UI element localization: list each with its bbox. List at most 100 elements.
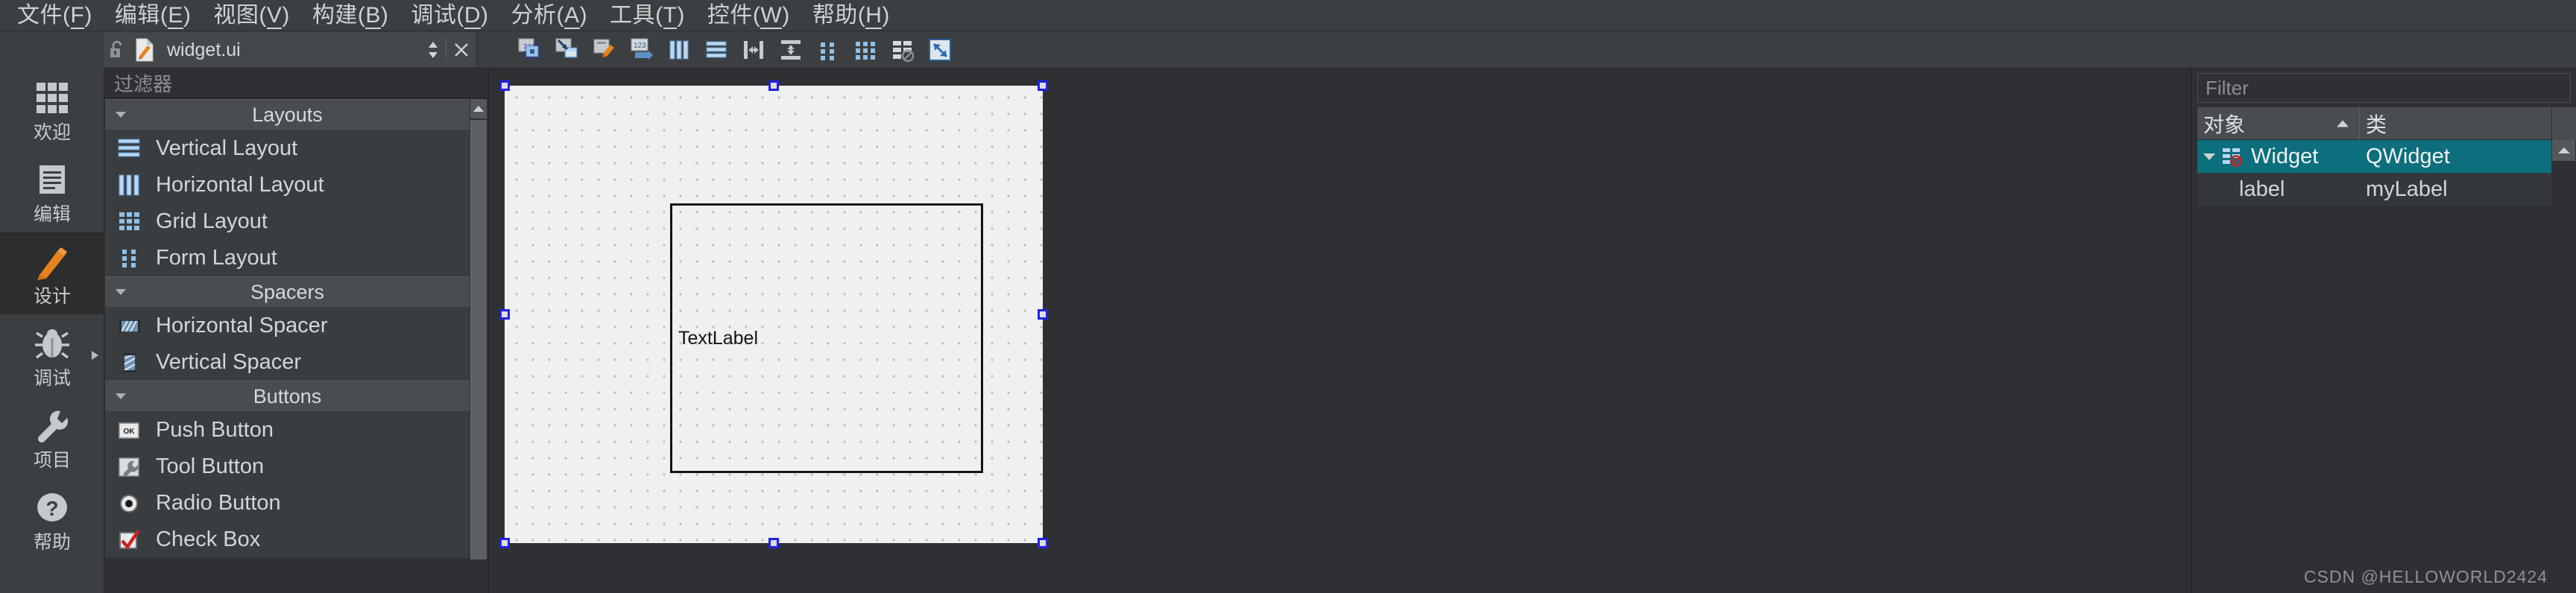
edit-document-icon [31, 159, 73, 201]
updown-arrows-icon[interactable] [420, 33, 446, 67]
widget-box-item-tool-button-label: Tool Button [156, 454, 265, 478]
menu-item-widgets-mnemonic: W [760, 2, 783, 29]
column-header-object[interactable]: 对象 [2197, 107, 2360, 140]
layout-vertical-icon[interactable] [701, 34, 733, 66]
widget-box-scroll-thumb[interactable] [470, 120, 487, 559]
selection-handle-top-right[interactable] [1038, 80, 1048, 91]
unlocked-padlock-icon[interactable] [104, 33, 130, 67]
menu-item-view-label: 视图 [213, 2, 259, 28]
mode-item-help[interactable]: ? 帮助 [0, 478, 104, 560]
selection-handle-top-center[interactable] [768, 80, 779, 91]
splitter-vertical-icon[interactable] [775, 34, 808, 66]
menu-item-analyze-mnemonic: A [564, 2, 580, 29]
mode-item-debug[interactable]: 调试 [0, 314, 104, 396]
widget-box-item-check-box[interactable]: Check Box [105, 521, 470, 558]
widget-box-item-push-button[interactable]: OK Push Button [105, 412, 470, 448]
selection-handle-middle-right[interactable] [1038, 309, 1048, 320]
widget-box-scrollbar[interactable] [470, 99, 487, 593]
mode-item-debug-label: 调试 [33, 367, 71, 389]
chevron-down-icon[interactable] [116, 393, 126, 399]
form-label-widget[interactable]: TextLabel [670, 203, 983, 473]
check-box-icon [116, 526, 144, 554]
file-tab-widget-ui[interactable]: widget.ui [104, 33, 477, 67]
splitter-horizontal-icon[interactable] [738, 34, 771, 66]
grid-layout-icon [116, 208, 144, 236]
scroll-up-arrow-icon[interactable] [470, 99, 487, 118]
selection-handle-middle-left[interactable] [499, 309, 510, 320]
widget-box-item-form-layout[interactable]: Form Layout [105, 240, 470, 276]
chevron-down-icon[interactable] [116, 289, 126, 295]
mode-item-edit[interactable]: 编辑 [0, 150, 104, 232]
chevron-down-icon[interactable] [2203, 153, 2215, 160]
widget-box-item-check-box-label: Check Box [156, 527, 261, 551]
svg-text:?: ? [45, 497, 58, 520]
widget-box-item-tool-button[interactable]: Tool Button [105, 448, 470, 485]
widget-box-item-horizontal-layout[interactable]: Horizontal Layout [105, 167, 470, 203]
grid-layout-icon[interactable] [850, 34, 883, 66]
break-layout-icon[interactable] [887, 34, 920, 66]
mode-item-design[interactable]: 设计 [0, 232, 104, 314]
selection-handle-bottom-center[interactable] [768, 538, 779, 548]
mode-item-help-label: 帮助 [33, 531, 71, 553]
object-inspector-filter-input[interactable]: Filter [2197, 73, 2571, 103]
widget-box-item-form-layout-label: Form Layout [156, 246, 277, 270]
object-inspector-header: 对象 类 [2197, 107, 2552, 140]
menu-item-edit-mnemonic: E [168, 2, 183, 29]
menu-item-analyze[interactable]: 分析(A) [500, 0, 599, 31]
widget-box-item-radio-button[interactable]: Radio Button [105, 485, 470, 521]
widget-box-item-vertical-spacer-label: Vertical Spacer [156, 350, 302, 374]
menu-item-debug[interactable]: 调试(D) [400, 0, 499, 31]
menu-item-view[interactable]: 视图(V) [202, 0, 301, 31]
horizontal-layout-icon [116, 171, 144, 200]
mode-item-welcome[interactable]: 欢迎 [0, 69, 104, 150]
edit-tab-order-icon[interactable]: 123 [626, 34, 659, 66]
chevron-right-icon[interactable] [92, 351, 98, 360]
object-inspector-row-widget[interactable]: Widget QWidget [2197, 140, 2552, 173]
widget-box-group-layouts[interactable]: Layouts [105, 99, 470, 130]
menu-item-tools[interactable]: 工具(T) [599, 0, 696, 31]
edit-widgets-icon[interactable] [514, 34, 547, 66]
object-inspector-row-label[interactable]: label myLabel [2197, 173, 2552, 206]
edit-buddies-icon[interactable] [589, 34, 622, 66]
object-inspector-scrollbar[interactable] [2551, 140, 2576, 593]
adjust-size-icon[interactable] [924, 34, 957, 66]
close-icon[interactable] [446, 33, 476, 67]
object-inspector-row-label-class: myLabel [2366, 177, 2448, 201]
scroll-up-arrow-icon[interactable] [2552, 140, 2575, 161]
form-canvas[interactable]: TextLabel [505, 86, 1043, 543]
editor-tab-bar: widget.ui 123 [0, 31, 2576, 69]
projects-wrench-icon [31, 405, 73, 447]
selection-handle-top-left[interactable] [499, 80, 510, 91]
chevron-down-icon[interactable] [116, 112, 126, 118]
form-layout-icon[interactable] [812, 34, 845, 66]
widget-box-group-layouts-label: Layouts [252, 103, 323, 126]
column-header-class[interactable]: 类 [2360, 107, 2552, 140]
menu-item-build[interactable]: 构建(B) [301, 0, 400, 31]
widget-box-item-vertical-spacer[interactable]: Vertical Spacer [105, 344, 470, 381]
menu-item-help[interactable]: 帮助(H) [801, 0, 901, 31]
widget-box-panel: 过滤器 Layouts Vertical Layout Horizontal L… [105, 69, 487, 593]
widget-box-list[interactable]: Layouts Vertical Layout Horizontal Layou… [105, 99, 470, 593]
sort-ascending-icon[interactable] [2337, 120, 2349, 127]
menu-item-edit[interactable]: 编辑(E) [104, 0, 203, 31]
widget-box-group-buttons[interactable]: Buttons [105, 381, 470, 412]
layout-horizontal-icon[interactable] [663, 34, 696, 66]
menu-item-tools-label: 工具 [610, 2, 656, 28]
widget-box-item-vertical-layout[interactable]: Vertical Layout [105, 130, 470, 167]
widget-box-item-horizontal-spacer[interactable]: Horizontal Spacer [105, 308, 470, 344]
selection-handle-bottom-right[interactable] [1038, 538, 1048, 548]
selection-handle-bottom-left[interactable] [499, 538, 510, 548]
menu-item-file[interactable]: 文件(F) [6, 0, 104, 31]
vertical-layout-icon [116, 135, 144, 163]
widget-box-item-grid-layout[interactable]: Grid Layout [105, 203, 470, 240]
file-tab-label: widget.ui [167, 39, 241, 60]
widget-box-filter-input[interactable]: 过滤器 [105, 69, 487, 98]
menu-item-widgets[interactable]: 控件(W) [696, 0, 801, 31]
menu-item-analyze-label: 分析 [511, 2, 557, 28]
mode-item-projects[interactable]: 项目 [0, 396, 104, 478]
widget-box-group-spacers[interactable]: Spacers [105, 276, 470, 308]
menu-item-view-mnemonic: V [266, 2, 282, 29]
form-layout-icon [116, 244, 144, 273]
edit-signals-slots-icon[interactable] [552, 34, 584, 66]
svg-text:123: 123 [634, 42, 646, 50]
